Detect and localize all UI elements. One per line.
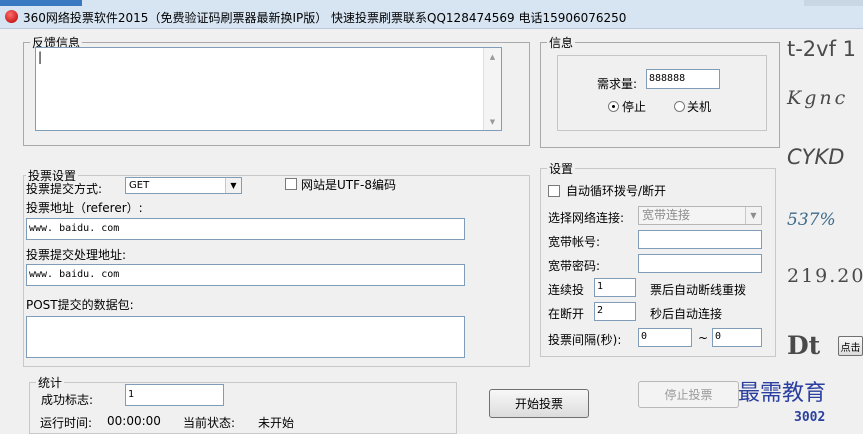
method-select[interactable]: GET ▼ <box>125 177 242 194</box>
chevron-down-icon[interactable]: ▼ <box>225 178 241 193</box>
captcha-image-5: 219.20 <box>787 265 863 287</box>
success-label: 成功标志: <box>41 393 94 407</box>
stop-vote-button[interactable]: 停止投票 <box>638 381 739 408</box>
utf8-checkbox-label: 网站是UTF-8编码 <box>301 178 396 192</box>
captcha-image-6: Dt <box>787 331 821 360</box>
interval-from-input[interactable]: 0 <box>638 328 692 347</box>
auto-redial-label: 自动循环拨号/断开 <box>566 184 667 198</box>
interval-separator: ~ <box>698 331 709 345</box>
window-title: 360网络投票软件2015（免费验证码刷票器最新换IP版） 快速投票刷票联系QQ… <box>23 11 627 25</box>
reconnect-label: 在断开 <box>548 307 585 321</box>
password-label: 宽带密码: <box>548 259 601 273</box>
handler-input[interactable]: www. baidu. com <box>26 264 465 286</box>
account-input[interactable] <box>638 230 762 249</box>
interval-to-input[interactable]: 0 <box>712 328 762 347</box>
continuous-label: 连续投 <box>548 283 585 297</box>
feedback-text: | <box>38 50 43 64</box>
success-input[interactable]: 1 <box>125 384 224 406</box>
network-select-value: 宽带连接 <box>642 208 691 222</box>
info-inner-panel <box>557 55 767 131</box>
chevron-down-icon[interactable]: ▼ <box>745 207 761 224</box>
shutdown-radio[interactable] <box>674 101 685 112</box>
captcha-code: 3002 <box>794 410 826 425</box>
feedback-textarea[interactable]: | ▲ ▼ <box>35 47 502 131</box>
network-label: 选择网络连接: <box>548 211 625 225</box>
captcha-image-2: Kgnc <box>787 87 849 109</box>
referer-label: 投票地址（referer）: <box>26 201 143 215</box>
stats-legend: 统计 <box>38 376 63 390</box>
status-value: 未开始 <box>258 416 295 430</box>
reconnect-input[interactable]: 2 <box>594 302 636 321</box>
required-label: 需求量: <box>597 77 638 91</box>
click-refresh-button[interactable]: 点击 <box>838 336 863 356</box>
scroll-down-arrow-icon[interactable]: ▼ <box>484 113 501 130</box>
reconnect-suffix: 秒后自动连接 <box>650 307 723 321</box>
stats-group: 统计 <box>29 374 457 434</box>
post-textarea[interactable] <box>26 316 465 358</box>
post-label: POST提交的数据包: <box>26 298 134 312</box>
app-icon <box>5 10 18 23</box>
status-label: 当前状态: <box>183 416 236 430</box>
referer-input[interactable]: www. baidu. com <box>26 218 465 240</box>
info-legend: 信息 <box>549 36 574 50</box>
runtime-value: 00:00:00 <box>107 414 161 428</box>
watermark-text: 最需教育 <box>738 381 827 406</box>
interval-label: 投票间隔(秒): <box>548 333 622 347</box>
feedback-scrollbar[interactable]: ▲ ▼ <box>483 48 501 130</box>
top-tab-strip[interactable] <box>0 0 82 6</box>
start-vote-button[interactable]: 开始投票 <box>489 389 589 418</box>
captcha-image-4: 537% <box>787 210 836 230</box>
stop-radio-label: 停止 <box>622 100 647 114</box>
runtime-label: 运行时间: <box>40 416 93 430</box>
continuous-input[interactable]: 1 <box>594 278 636 297</box>
method-select-value: GET <box>129 180 150 191</box>
handler-label: 投票提交处理地址: <box>26 248 127 262</box>
required-input[interactable]: 888888 <box>646 69 720 89</box>
settings-legend: 设置 <box>549 162 574 176</box>
stop-radio[interactable] <box>608 101 619 112</box>
auto-redial-checkbox[interactable] <box>548 185 560 197</box>
method-label: 投票提交方式: <box>26 182 103 196</box>
network-select[interactable]: 宽带连接 ▼ <box>638 206 762 225</box>
password-input[interactable] <box>638 254 762 273</box>
continuous-suffix: 票后自动断线重拨 <box>650 283 747 297</box>
utf8-checkbox[interactable] <box>285 178 297 190</box>
shutdown-radio-label: 关机 <box>687 100 712 114</box>
captcha-image-3: CYKD <box>787 145 845 169</box>
top-right-strip <box>804 0 863 6</box>
scroll-up-arrow-icon[interactable]: ▲ <box>484 48 501 65</box>
captcha-image-1: t-2vf 1 <box>787 37 857 61</box>
account-label: 宽带帐号: <box>548 235 601 249</box>
